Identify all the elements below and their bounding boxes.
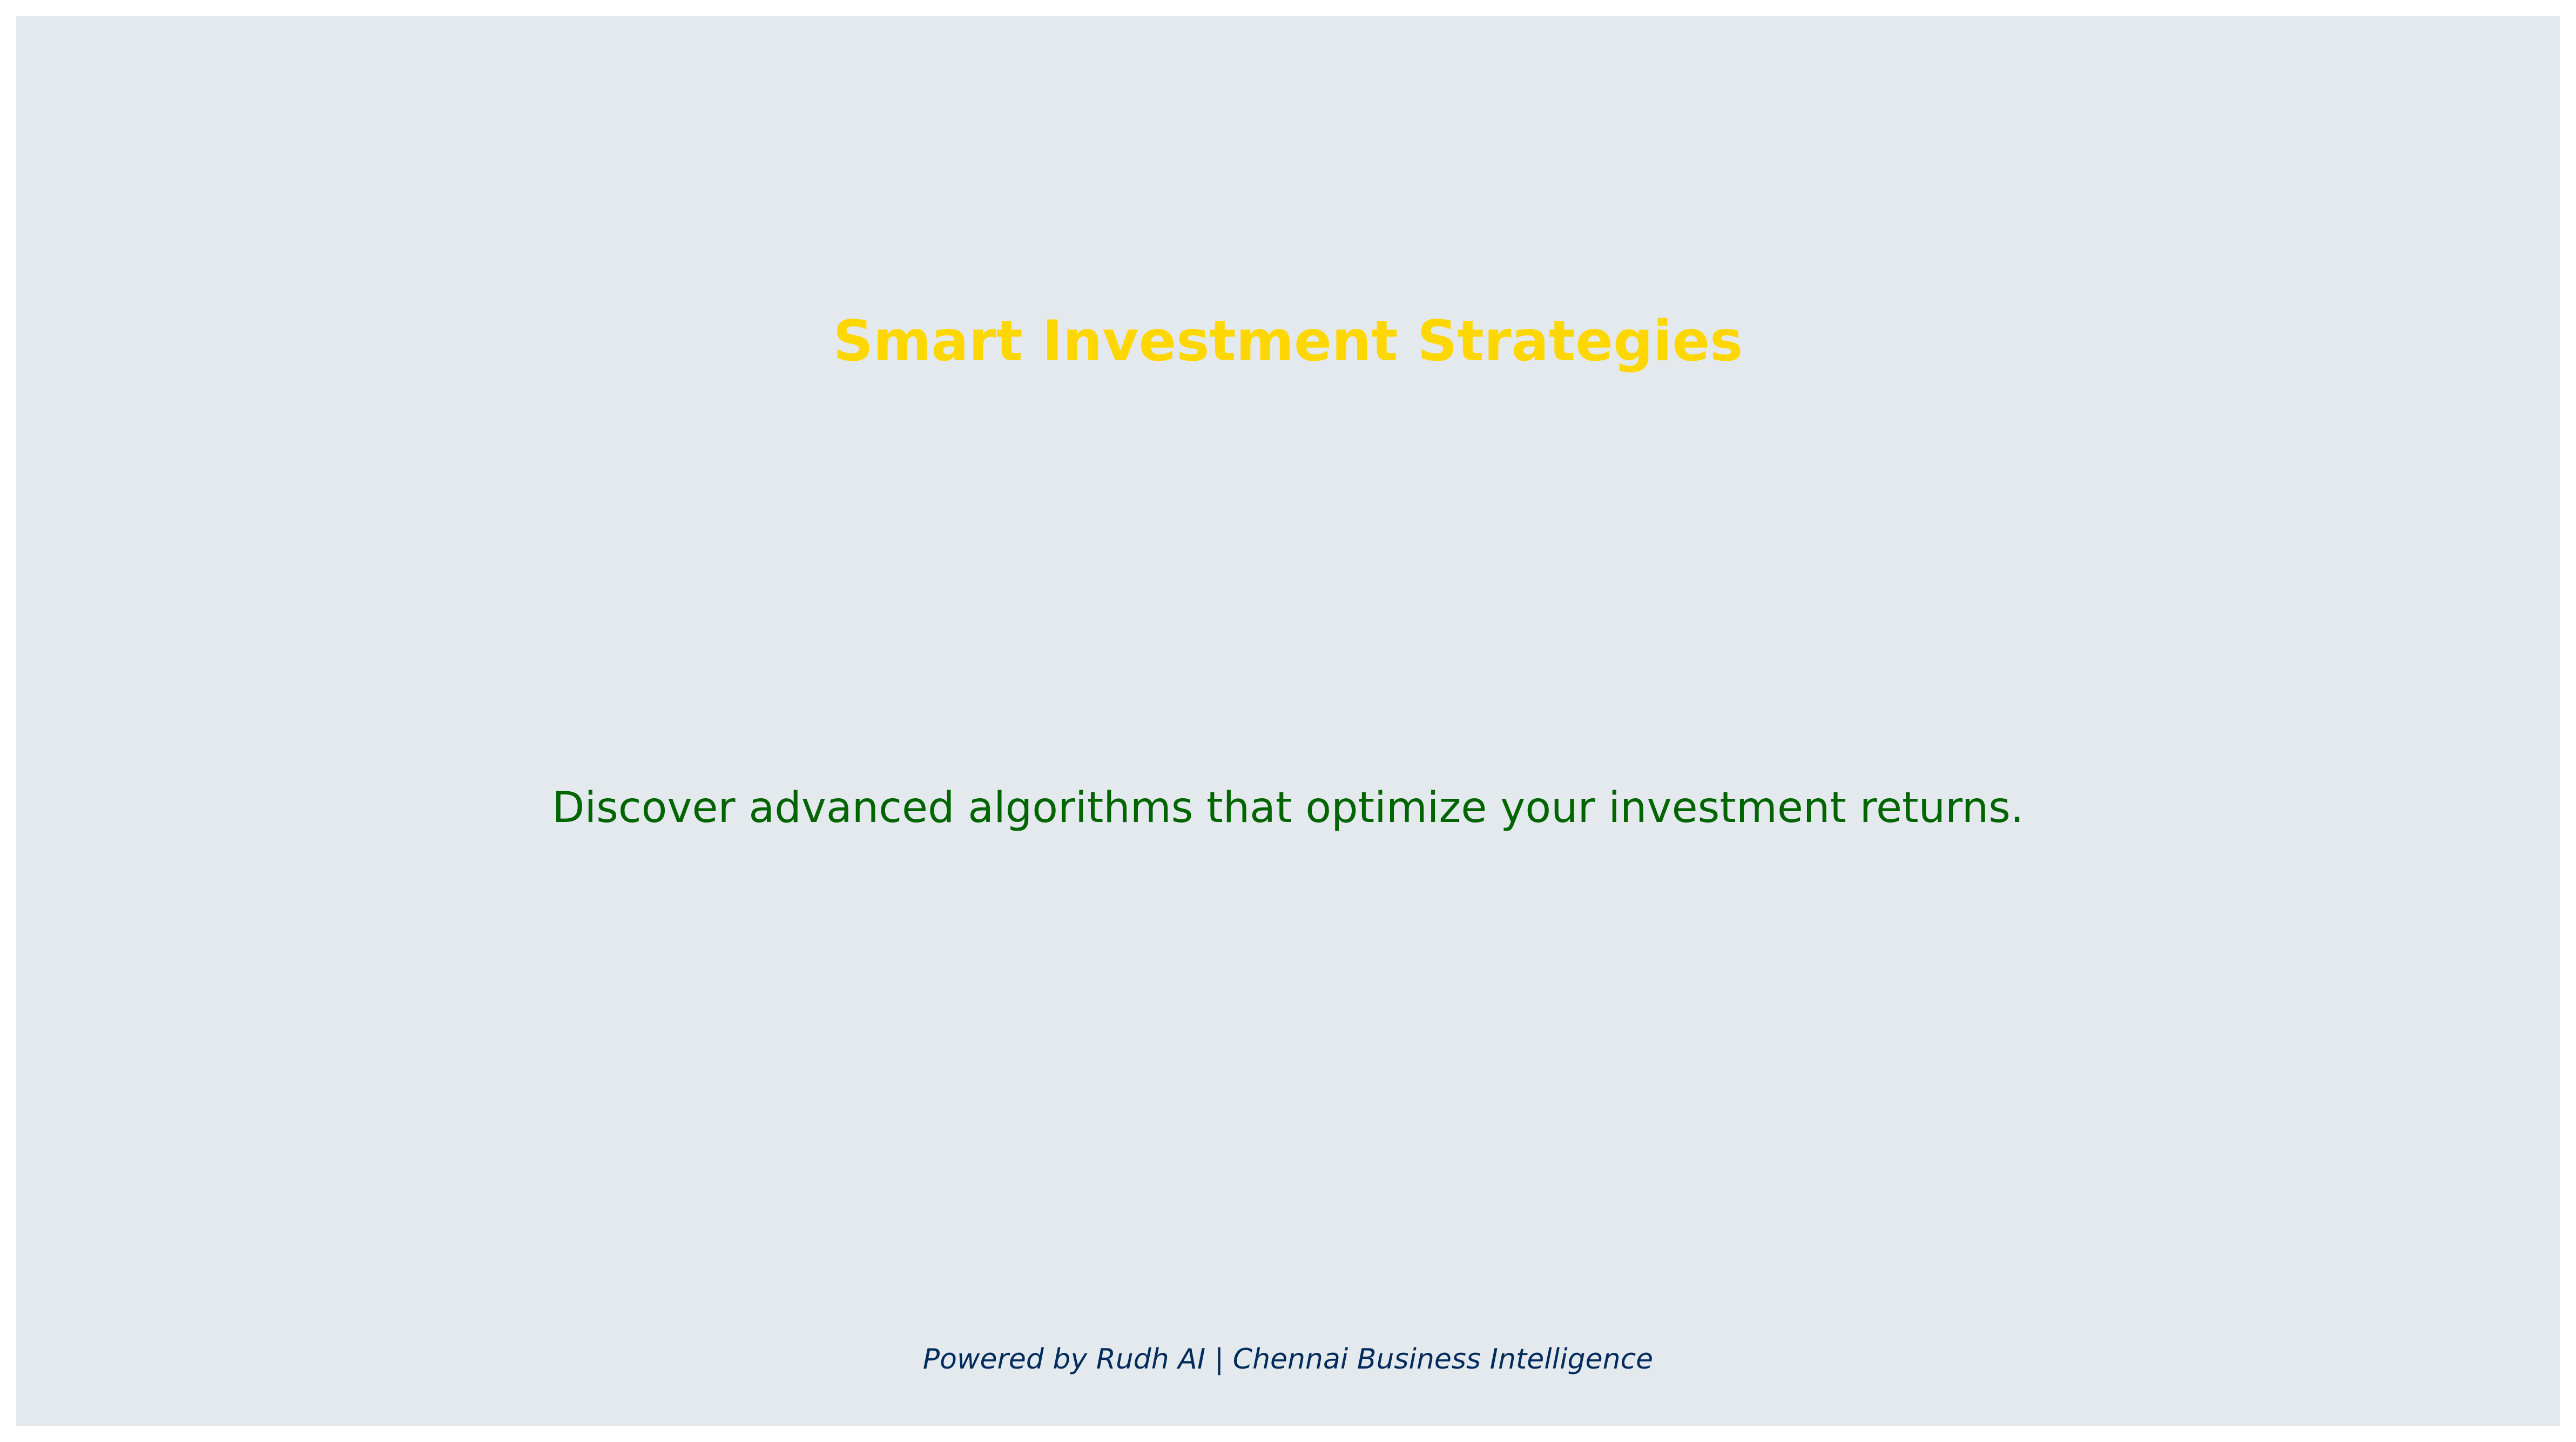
slide-title: Smart Investment Strategies [833,309,1743,374]
slide-canvas: Smart Investment Strategies Discover adv… [16,16,2560,1426]
slide-footer: Powered by Rudh AI | Chennai Business In… [922,1343,1654,1376]
slide-subtitle: Discover advanced algorithms that optimi… [552,784,2024,832]
